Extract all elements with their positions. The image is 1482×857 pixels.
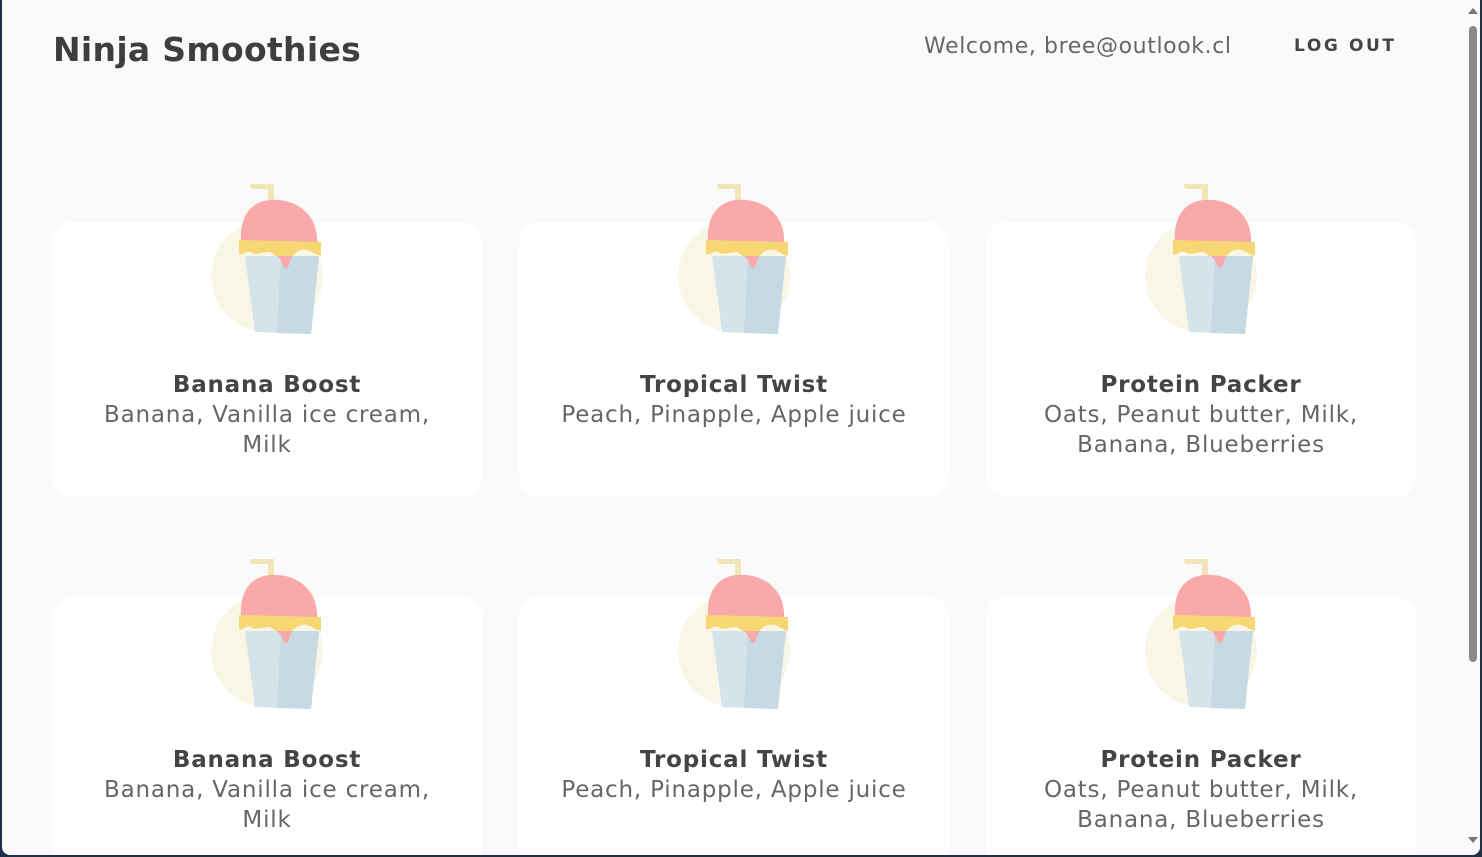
card-title: Banana Boost (172, 372, 362, 398)
navbar: Ninja Smoothies Welcome, bree@outlook.cl… (2, 0, 1480, 100)
card-title: Tropical Twist (640, 372, 828, 398)
scroll-up-arrow-icon[interactable] (1468, 8, 1478, 14)
scroll-down-arrow-icon[interactable] (1468, 837, 1478, 843)
card-title: Tropical Twist (640, 747, 828, 773)
card-title: Banana Boost (172, 747, 362, 773)
smoothie-grid: Banana Boost Banana, Vanilla ice cream, … (52, 184, 1416, 855)
card-title: Protein Packer (1100, 747, 1302, 773)
smoothie-card[interactable]: Tropical Twist Peach, Pinapple, Apple ju… (519, 184, 949, 497)
card-ingredients: Peach, Pinapple, Apple juice (561, 777, 907, 803)
smoothie-cup-icon (1145, 559, 1257, 709)
smoothie-card[interactable]: Banana Boost Banana, Vanilla ice cream, … (52, 184, 482, 497)
smoothie-card[interactable]: Tropical Twist Peach, Pinapple, Apple ju… (519, 559, 949, 855)
card-ingredients: Peach, Pinapple, Apple juice (561, 402, 907, 428)
smoothie-card[interactable]: Banana Boost Banana, Vanilla ice cream, … (52, 559, 482, 855)
app-window: Ninja Smoothies Welcome, bree@outlook.cl… (2, 0, 1480, 855)
card-title: Protein Packer (1100, 372, 1302, 398)
card-ingredients: Banana, Vanilla ice cream, Milk (104, 402, 430, 458)
smoothie-cup-icon (1145, 184, 1257, 334)
card-ingredients: Banana, Vanilla ice cream, Milk (104, 777, 430, 833)
logout-button[interactable]: LOG OUT (1294, 36, 1397, 56)
card-ingredients: Oats, Peanut butter, Milk, Banana, Blueb… (1043, 777, 1359, 833)
scrollbar-thumb[interactable] (1469, 26, 1477, 662)
smoothie-cup-icon (678, 559, 790, 709)
smoothie-card[interactable]: Protein Packer Oats, Peanut butter, Milk… (986, 184, 1416, 497)
smoothie-cup-icon (211, 559, 323, 709)
vertical-scrollbar[interactable] (1466, 0, 1480, 855)
smoothie-cup-icon (211, 184, 323, 334)
smoothie-cup-icon (678, 184, 790, 334)
welcome-text: Welcome, bree@outlook.cl (924, 34, 1232, 59)
brand-title[interactable]: Ninja Smoothies (53, 30, 361, 69)
card-ingredients: Oats, Peanut butter, Milk, Banana, Blueb… (1043, 402, 1359, 458)
smoothie-card[interactable]: Protein Packer Oats, Peanut butter, Milk… (986, 559, 1416, 855)
